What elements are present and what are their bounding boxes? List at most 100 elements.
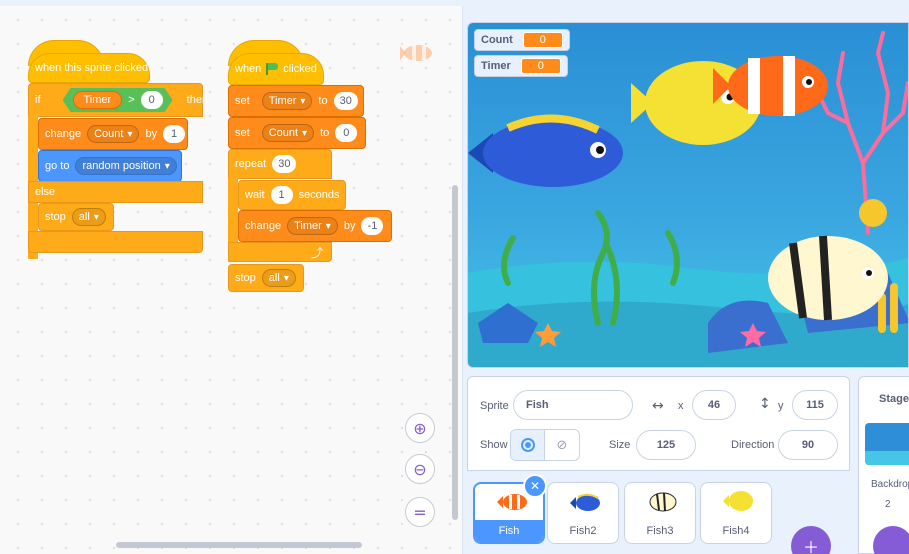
stop-option-dropdown[interactable]: all [71,208,106,226]
code-horizontal-scrollbar[interactable] [116,542,362,548]
change-value-input[interactable]: 1 [163,125,186,143]
to-label: to [320,127,330,139]
x-position-field[interactable]: 46 [692,390,736,420]
greater-than-operator[interactable]: Timer > 0 [63,88,173,112]
sprite-name-field[interactable]: Fish [513,390,633,420]
stop-all-block-1[interactable]: stop all [38,203,114,231]
sprite-label: Sprite [480,400,509,412]
timer-monitor-label: Timer [481,60,511,72]
eye-hidden-icon: ⊘ [556,437,568,453]
else-label: else [35,186,56,198]
then-label: then [186,94,209,106]
y-position-field[interactable]: 115 [792,390,838,420]
zoom-in-icon: ⊕ [413,418,427,438]
wait-label: wait [245,189,265,201]
count-monitor-label: Count [481,34,513,46]
count-monitor[interactable]: Count 0 [474,29,570,51]
if-label: if [35,94,41,106]
change-timer-block[interactable]: change Timer by -1 [238,210,392,242]
change-timer-value-input[interactable]: -1 [361,217,384,235]
wait-seconds-input[interactable]: 1 [270,186,293,204]
y-label: y [778,400,784,412]
timer-variable-reporter[interactable]: Timer [73,91,123,109]
timer-variable-dropdown[interactable]: Timer [287,217,338,235]
set-label: set [235,127,250,139]
sprite-tile-fish3[interactable]: Fish3 [624,482,696,544]
sprite-tile-fish4[interactable]: Fish4 [700,482,772,544]
if-else-bottom [28,231,203,253]
count-variable-dropdown[interactable]: Count [261,124,315,142]
y-arrows-icon: ↕ [759,396,771,412]
if-else-block[interactable]: if Timer > 0 then [28,83,208,117]
green-flag-icon [265,63,279,75]
to-label: to [318,95,328,107]
delete-sprite-button[interactable]: ✕ [523,474,547,498]
timer-monitor-value: 0 [520,58,561,74]
zoom-reset-button[interactable]: = [405,497,435,527]
hat-label: when this sprite clicked [35,62,149,74]
size-field[interactable]: 125 [636,430,696,460]
go-to-label: go to [45,160,70,172]
stop-option-dropdown[interactable]: all [261,269,296,287]
repeat-count-input[interactable]: 30 [272,155,297,173]
stop-label: stop [45,211,66,223]
when-sprite-clicked-block[interactable]: when this sprite clicked [28,53,150,83]
count-variable-dropdown[interactable]: Count [87,125,140,143]
change-label: change [45,128,82,140]
compare-value-input[interactable]: 0 [141,91,163,109]
count-monitor-value: 0 [522,32,563,48]
fish-thumbnail [497,494,527,510]
code-area-top-strip [0,0,463,6]
show-visible-button[interactable] [511,430,546,460]
backdrops-label: Backdrop [871,479,909,490]
timer-monitor[interactable]: Timer 0 [474,55,568,77]
cat-plus-icon: ＋ [802,540,819,554]
fish4-thumbnail [723,491,753,511]
timer-variable-dropdown[interactable]: Timer [261,92,313,110]
show-label: Show [480,439,508,451]
angelfish [768,235,888,321]
set-timer-value-input[interactable]: 30 [333,92,358,110]
repeat-label: repeat [235,158,267,170]
zoom-out-icon: ⊖ [413,459,427,479]
visibility-toggle: ⊘ [510,429,580,461]
eye-icon [520,438,535,452]
set-count-block[interactable]: set Count to 0 [228,117,366,149]
stage[interactable]: Count 0 Timer 0 [467,22,909,368]
go-to-target-dropdown[interactable]: random position [75,157,177,175]
loop-arrow-icon: ⤴ [310,245,323,260]
direction-field[interactable]: 90 [778,430,838,460]
stage-thumbnail [865,423,909,465]
sprite-tile-label: Fish [475,520,543,542]
sprite-tile-label: Fish2 [569,525,597,537]
size-label: Size [609,439,631,451]
direction-label: Direction [731,439,775,451]
backdrops-count: 2 [885,499,891,510]
code-vertical-scrollbar[interactable] [452,185,458,520]
fish2-thumbnail [570,493,600,511]
x-arrows-icon: ↔ [652,398,664,414]
sprite-tile-fish2[interactable]: Fish2 [547,482,619,544]
repeat-bottom: ⤴ [228,242,332,262]
change-label: change [245,220,282,232]
wait-block[interactable]: wait 1 seconds [238,180,346,210]
current-sprite-thumbnail [392,42,440,69]
set-count-value-input[interactable]: 0 [335,124,358,142]
set-timer-block[interactable]: set Timer to 30 [228,85,364,117]
set-label: set [235,95,250,107]
zoom-out-button[interactable]: ⊖ [405,454,435,484]
stage-header [467,0,909,18]
sprite-tile-label: Fish4 [722,525,750,537]
go-to-block[interactable]: go to random position [38,150,182,182]
when-flag-clicked-block[interactable]: when clicked [228,53,324,85]
stop-label: stop [235,272,256,284]
show-hidden-button[interactable]: ⊘ [545,430,579,460]
zoom-in-button[interactable]: ⊕ [405,413,435,443]
greater-than-sign: > [128,94,135,106]
x-label: x [678,400,684,412]
stop-all-block-2[interactable]: stop all [228,264,304,292]
change-count-block[interactable]: change Count by 1 [38,118,188,150]
repeat-block[interactable]: repeat 30 [228,149,332,179]
when-label: when [235,63,262,75]
by-label: by [145,128,158,140]
